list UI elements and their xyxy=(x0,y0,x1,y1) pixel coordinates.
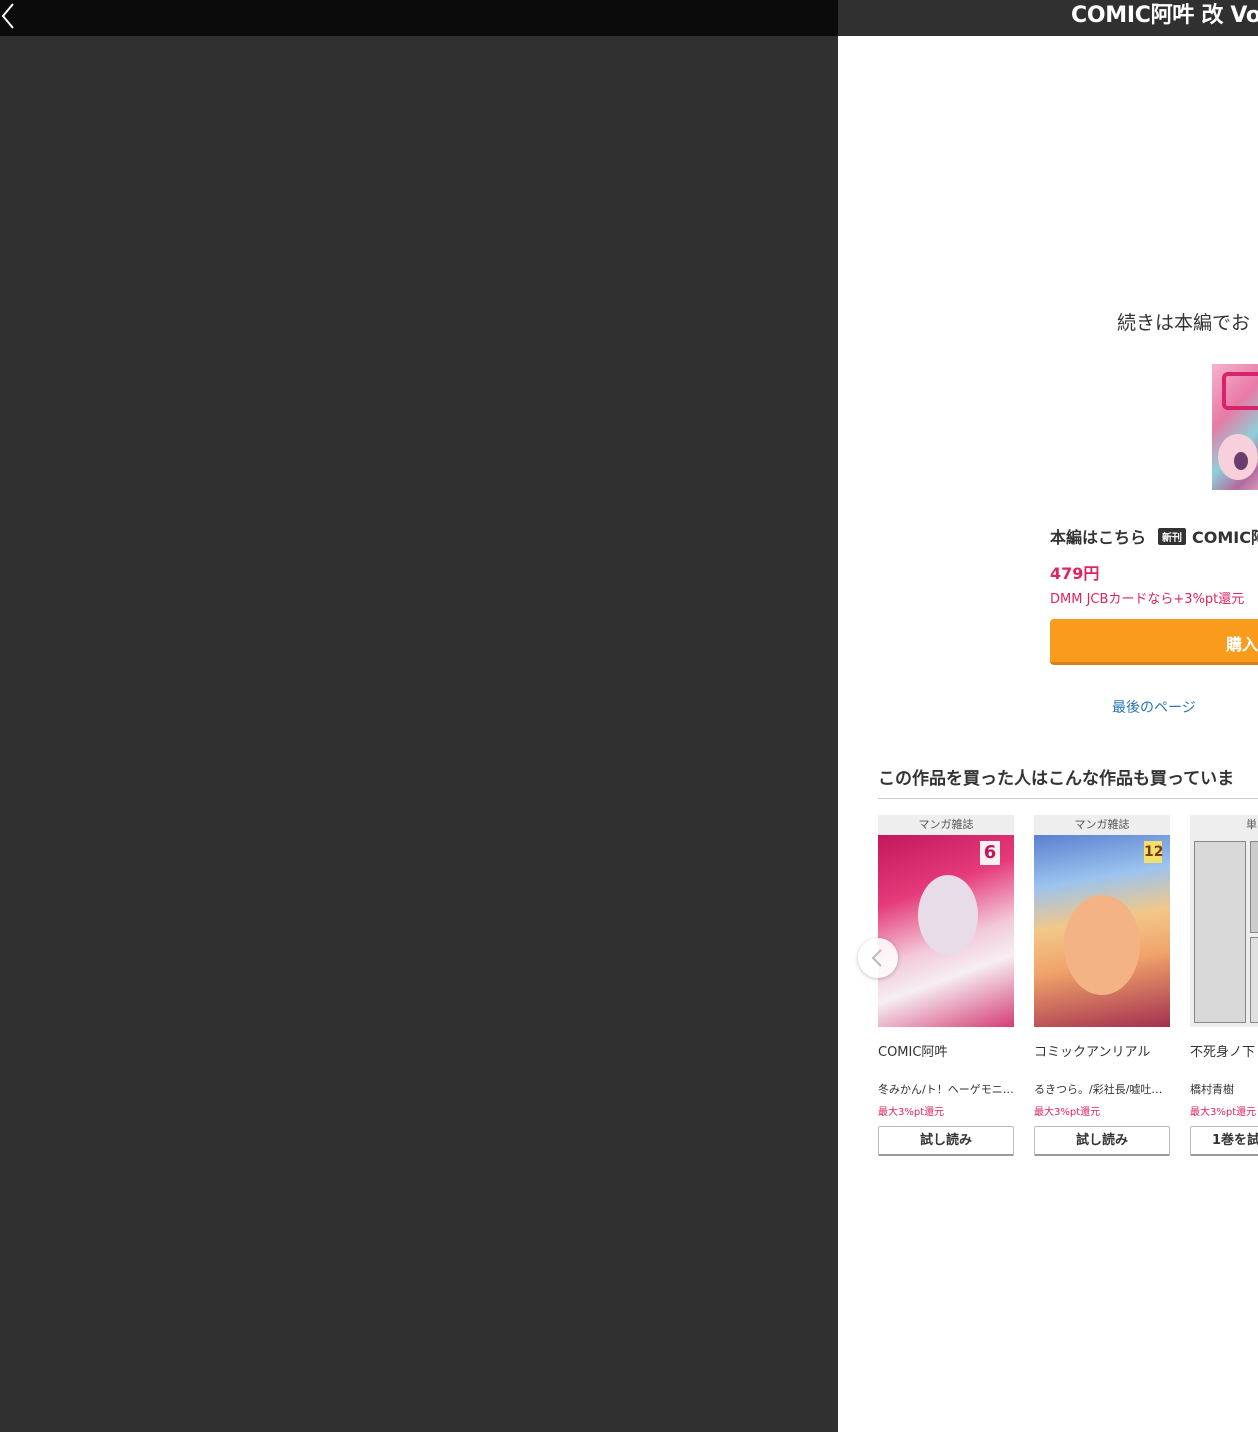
continue-message: 続きは本編でお xyxy=(1117,312,1251,334)
buy-button-label: 購入 xyxy=(1226,635,1258,654)
recommendation-card[interactable]: 単 不死身ノ下 橋村青樹 最大3%pt還元 1巻を試 xyxy=(1190,815,1258,1156)
cover-image[interactable]: 6 xyxy=(878,835,1014,1027)
item-author: るきつら。/彩社長/嘘吐… xyxy=(1034,1083,1163,1096)
item-title[interactable]: COMIC阿吽 xyxy=(878,1041,1014,1081)
category-label: マンガ雑誌 xyxy=(878,815,1014,835)
category-label: マンガ雑誌 xyxy=(1034,815,1170,835)
category-label: 単 xyxy=(1190,815,1258,835)
recommendation-card[interactable]: マンガ雑誌 12 コミックアンリアル るきつら。/彩社長/嘘吐… 最大3%pt還… xyxy=(1034,815,1170,1156)
chevron-left-icon xyxy=(1,3,14,29)
trial-read-button[interactable]: 試し読み xyxy=(878,1126,1014,1156)
page-view-area[interactable] xyxy=(0,36,838,1432)
points-badge: 最大3%pt還元 xyxy=(1034,1107,1101,1118)
last-page-link[interactable]: 最後のページ xyxy=(1112,697,1196,717)
cover-image[interactable]: 12 xyxy=(1034,835,1170,1027)
back-button[interactable] xyxy=(0,0,24,36)
end-of-preview-panel: 続きは本編でお 本編はこちら新刊 COMIC阿 479円 DMM JCBカードなら… xyxy=(838,36,1258,1432)
item-title[interactable]: 不死身ノ下 xyxy=(1190,1041,1258,1081)
recommendations-heading: この作品を買った人はこんな作品も買っていま xyxy=(878,769,1235,789)
card-offer: DMM JCBカードなら+3%pt還元 xyxy=(1050,592,1245,607)
trial-read-button[interactable]: 試し読み xyxy=(1034,1126,1170,1156)
item-author: 冬みかん/ト！ヘーゲモニ… xyxy=(878,1083,1014,1096)
main-title-link[interactable]: COMIC阿 xyxy=(1192,528,1258,547)
buy-button[interactable]: 購入 xyxy=(1050,619,1258,665)
reader-title: COMIC阿吽 改 Vo xyxy=(1071,3,1258,28)
main-cover-image[interactable] xyxy=(1212,364,1258,490)
chevron-left-icon xyxy=(871,949,882,967)
points-badge: 最大3%pt還元 xyxy=(878,1107,945,1118)
item-author: 橋村青樹 xyxy=(1190,1083,1234,1096)
title-bar: COMIC阿吽 改 Vo xyxy=(838,0,1258,36)
trial-read-button[interactable]: 1巻を試 xyxy=(1190,1126,1258,1156)
item-title[interactable]: コミックアンリアル xyxy=(1034,1041,1170,1081)
recommendation-card[interactable]: マンガ雑誌 6 COMIC阿吽 冬みかん/ト！ヘーゲモニ… 最大3%pt還元 試… xyxy=(878,815,1014,1156)
divider xyxy=(878,798,1258,799)
main-title-row: 本編はこちら新刊 COMIC阿 xyxy=(1050,524,1258,548)
main-label: 本編はこちら xyxy=(1050,528,1147,547)
reader-topbar xyxy=(0,0,838,36)
cover-image[interactable] xyxy=(1190,835,1258,1027)
points-badge: 最大3%pt還元 xyxy=(1190,1107,1257,1118)
carousel-prev-button[interactable] xyxy=(858,938,898,978)
new-badge: 新刊 xyxy=(1158,528,1187,545)
price: 479円 xyxy=(1050,564,1100,583)
